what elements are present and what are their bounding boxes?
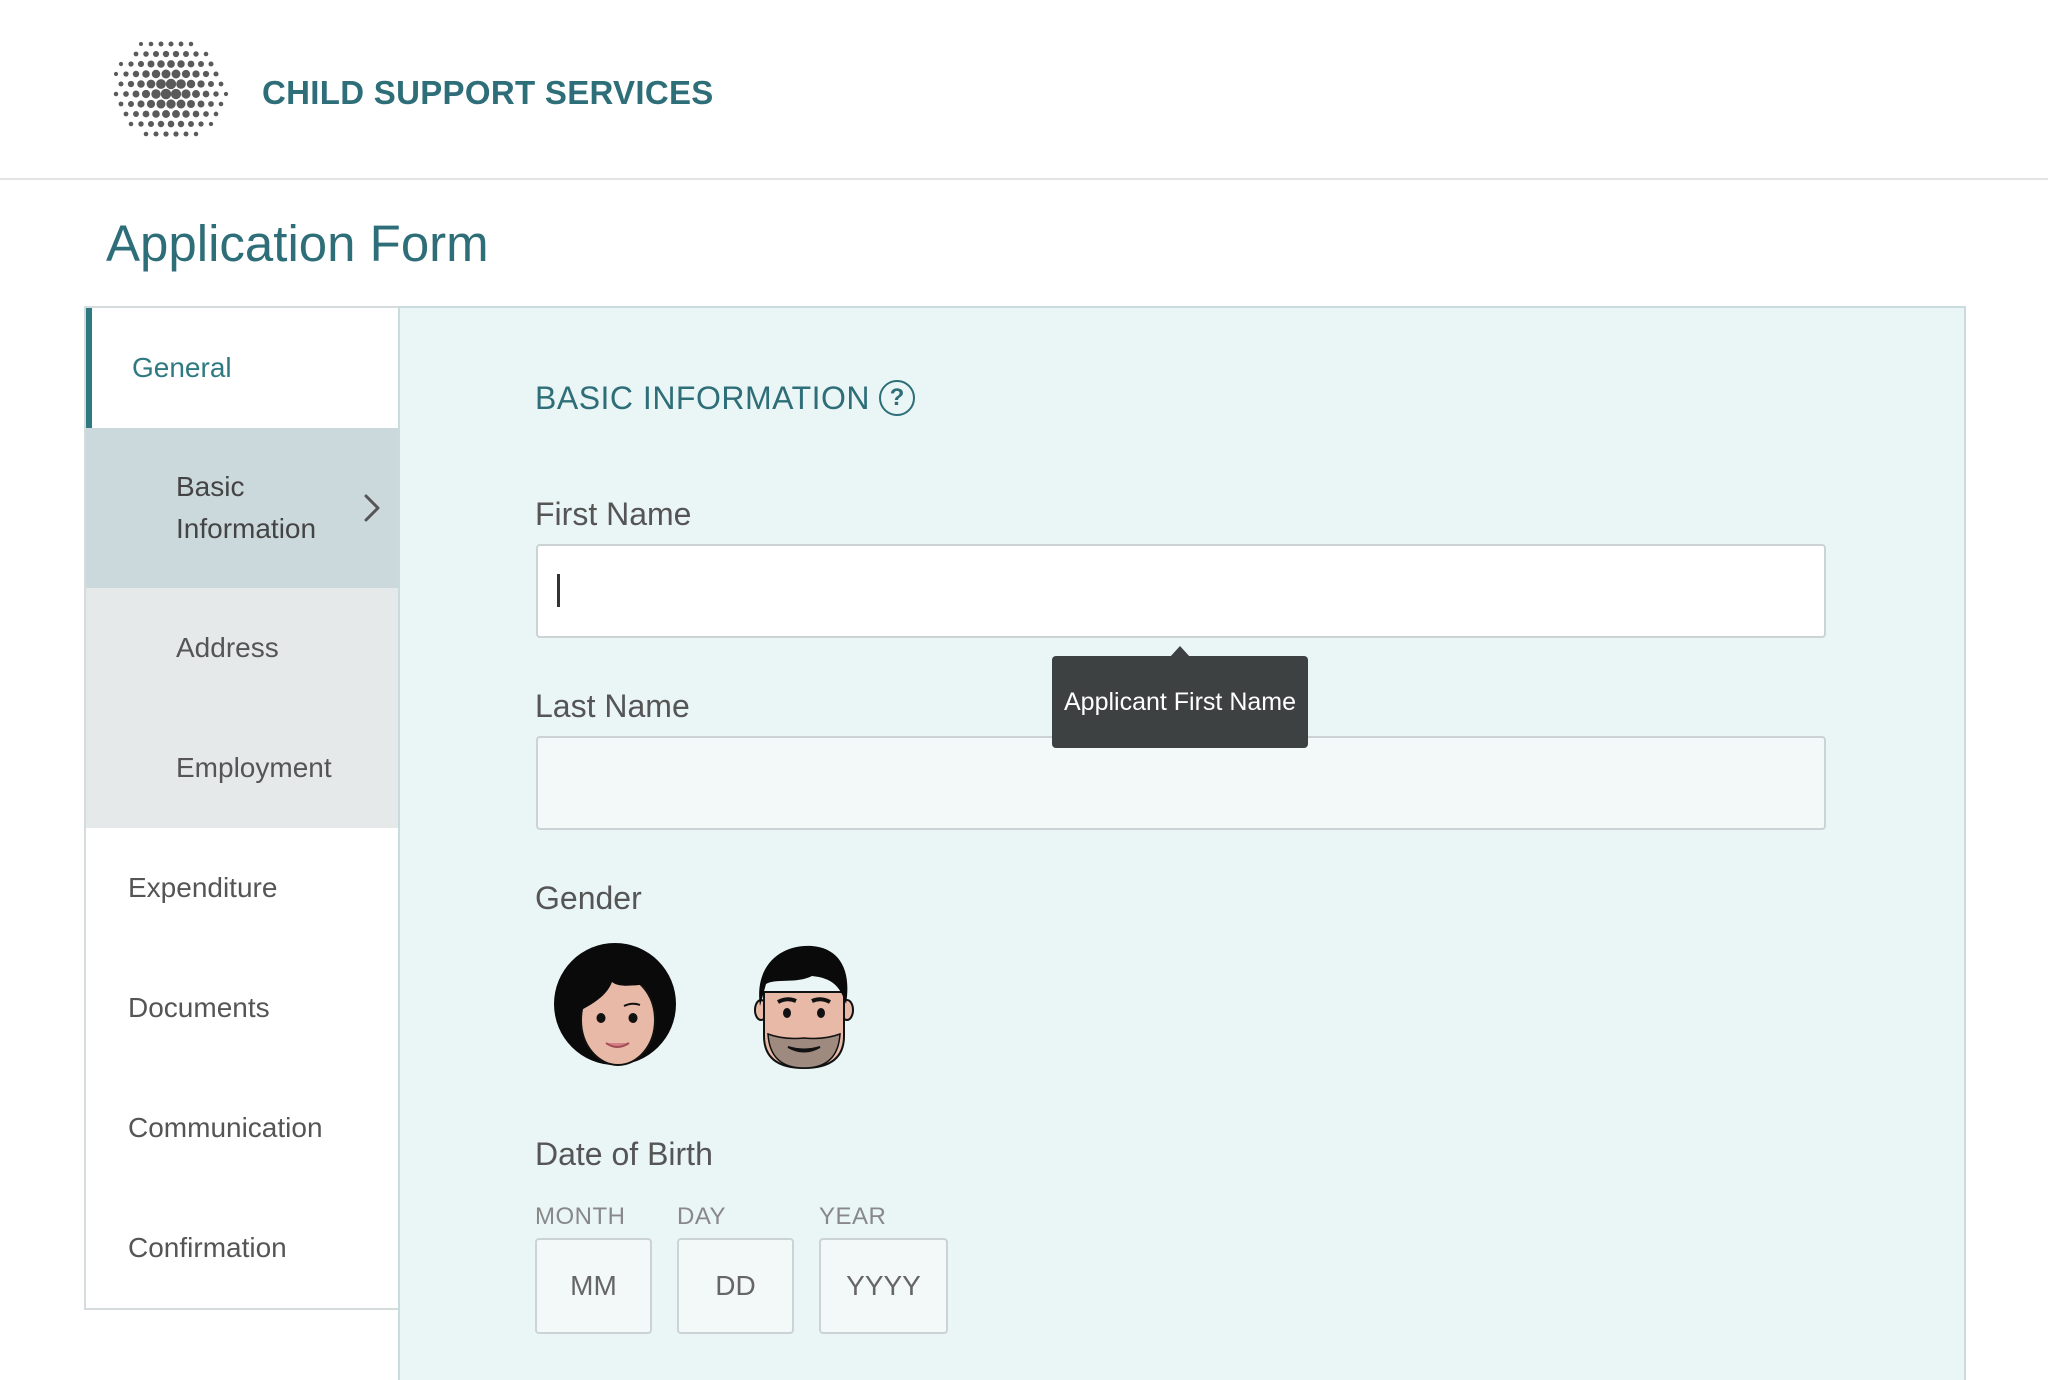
last-name-label: Last Name — [535, 688, 690, 724]
section-title: BASIC INFORMATION — [535, 380, 871, 416]
help-icon[interactable]: ? — [879, 380, 915, 416]
dob-month-caption: MONTH — [535, 1203, 626, 1230]
text-cursor — [557, 574, 560, 607]
gender-label: Gender — [535, 880, 642, 916]
sidebar-item-label: Communication — [128, 1112, 323, 1143]
sidebar-item-label: Documents — [128, 992, 270, 1023]
logo-dots-icon — [113, 41, 229, 137]
brand-name: CHILD SUPPORT SERVICES — [262, 74, 714, 111]
sidebar-item-general[interactable]: General — [86, 308, 398, 428]
dob-day-caption: DAY — [677, 1203, 727, 1230]
sidebar-item-label: Confirmation — [128, 1232, 287, 1263]
form-panel — [398, 306, 1966, 1380]
sidebar-item-basic-information[interactable]: Basic Information — [86, 428, 398, 588]
sidebar-item-label: Basic Information — [176, 471, 317, 544]
sidebar-item-label: Address — [176, 632, 279, 663]
male-avatar-icon[interactable] — [754, 942, 854, 1072]
dob-month-input[interactable] — [535, 1238, 652, 1334]
sidebar-item-expenditure[interactable]: Expenditure — [86, 828, 398, 948]
sidebar-item-address[interactable]: Address — [86, 588, 398, 708]
first-name-label: First Name — [535, 496, 692, 532]
female-avatar-icon[interactable] — [552, 942, 678, 1072]
sidebar-item-label: Employment — [176, 752, 332, 783]
last-name-input[interactable] — [536, 736, 1826, 830]
first-name-input[interactable] — [536, 544, 1826, 638]
dob-label: Date of Birth — [535, 1136, 713, 1172]
dob-year-input[interactable] — [819, 1238, 948, 1334]
page-title: Application Form — [106, 215, 489, 272]
sidebar-item-confirmation[interactable]: Confirmation — [86, 1188, 398, 1308]
sidebar-item-label: Expenditure — [128, 872, 278, 903]
sidebar-item-employment[interactable]: Employment — [86, 708, 398, 828]
sidebar-item-label: General — [132, 352, 232, 383]
app-header: CHILD SUPPORT SERVICES — [0, 0, 2048, 180]
dob-year-caption: YEAR — [819, 1203, 887, 1230]
dob-day-input[interactable] — [677, 1238, 794, 1334]
sidebar-item-documents[interactable]: Documents — [86, 948, 398, 1068]
chevron-right-icon — [364, 494, 380, 522]
sidebar-item-communication[interactable]: Communication — [86, 1068, 398, 1188]
sidebar-nav: General Basic Information Address Employ… — [84, 306, 398, 1310]
first-name-tooltip: Applicant First Name — [1052, 656, 1308, 748]
